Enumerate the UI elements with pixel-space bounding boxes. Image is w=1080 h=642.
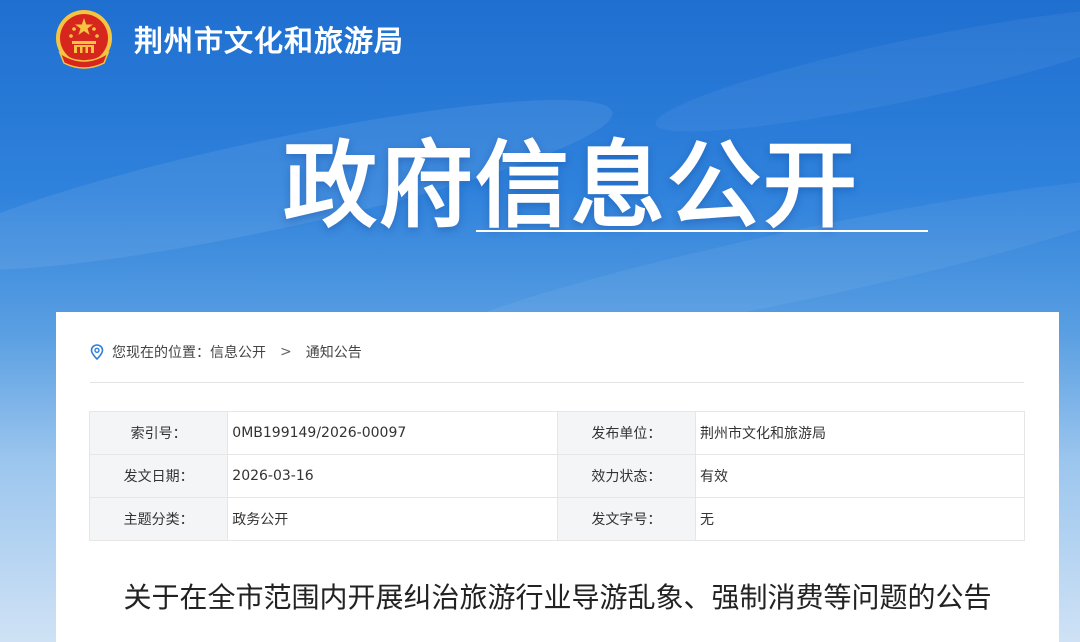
- topic-label: 主题分类：: [88, 497, 229, 541]
- hero-underline: [476, 230, 928, 232]
- site-title[interactable]: 荆州市文化和旅游局: [134, 18, 404, 60]
- publisher-label: 发布单位：: [556, 411, 697, 455]
- breadcrumb-prefix: 您现在的位置：: [112, 345, 210, 361]
- document-number-value: 无: [695, 497, 1025, 541]
- content-card: 您现在的位置： 信息公开 > 通知公告 索引号： 0MB199149/2026-…: [56, 312, 1059, 642]
- index-number-label: 索引号：: [88, 411, 229, 455]
- document-number-label: 发文字号：: [556, 497, 697, 541]
- validity-value: 有效: [695, 454, 1025, 498]
- national-emblem-icon[interactable]: [52, 7, 116, 71]
- table-row: 主题分类： 政务公开 发文字号： 无: [88, 497, 1025, 541]
- topic-value: 政务公开: [227, 497, 558, 541]
- site-header: 荆州市文化和旅游局: [52, 4, 404, 74]
- table-row: 发文日期： 2026-03-16 效力状态： 有效: [88, 454, 1025, 498]
- issue-date-value: 2026-03-16: [227, 454, 558, 498]
- location-pin-icon: [90, 344, 104, 360]
- breadcrumb: 您现在的位置： 信息公开 > 通知公告: [90, 342, 362, 362]
- breadcrumb-item-info-disclosure[interactable]: 信息公开: [210, 342, 266, 362]
- publisher-value: 荆州市文化和旅游局: [695, 411, 1025, 455]
- index-number-value: 0MB199149/2026-00097: [227, 411, 558, 455]
- page: 荆州市文化和旅游局 政府信息公开 您现在的位置： 信息公开 > 通知公告 索引号…: [0, 0, 1080, 642]
- divider: [90, 382, 1024, 383]
- hero-title: 政府信息公开: [283, 132, 860, 241]
- validity-label: 效力状态：: [556, 454, 697, 498]
- table-row: 索引号： 0MB199149/2026-00097 发布单位： 荆州市文化和旅游…: [88, 411, 1025, 455]
- issue-date-label: 发文日期：: [88, 454, 229, 498]
- document-meta-table: 索引号： 0MB199149/2026-00097 发布单位： 荆州市文化和旅游…: [88, 411, 1025, 541]
- article-title: 关于在全市范围内开展纠治旅游行业导游乱象、强制消费等问题的公告: [123, 581, 992, 614]
- breadcrumb-separator: >: [280, 344, 292, 360]
- breadcrumb-item-notices[interactable]: 通知公告: [306, 342, 362, 362]
